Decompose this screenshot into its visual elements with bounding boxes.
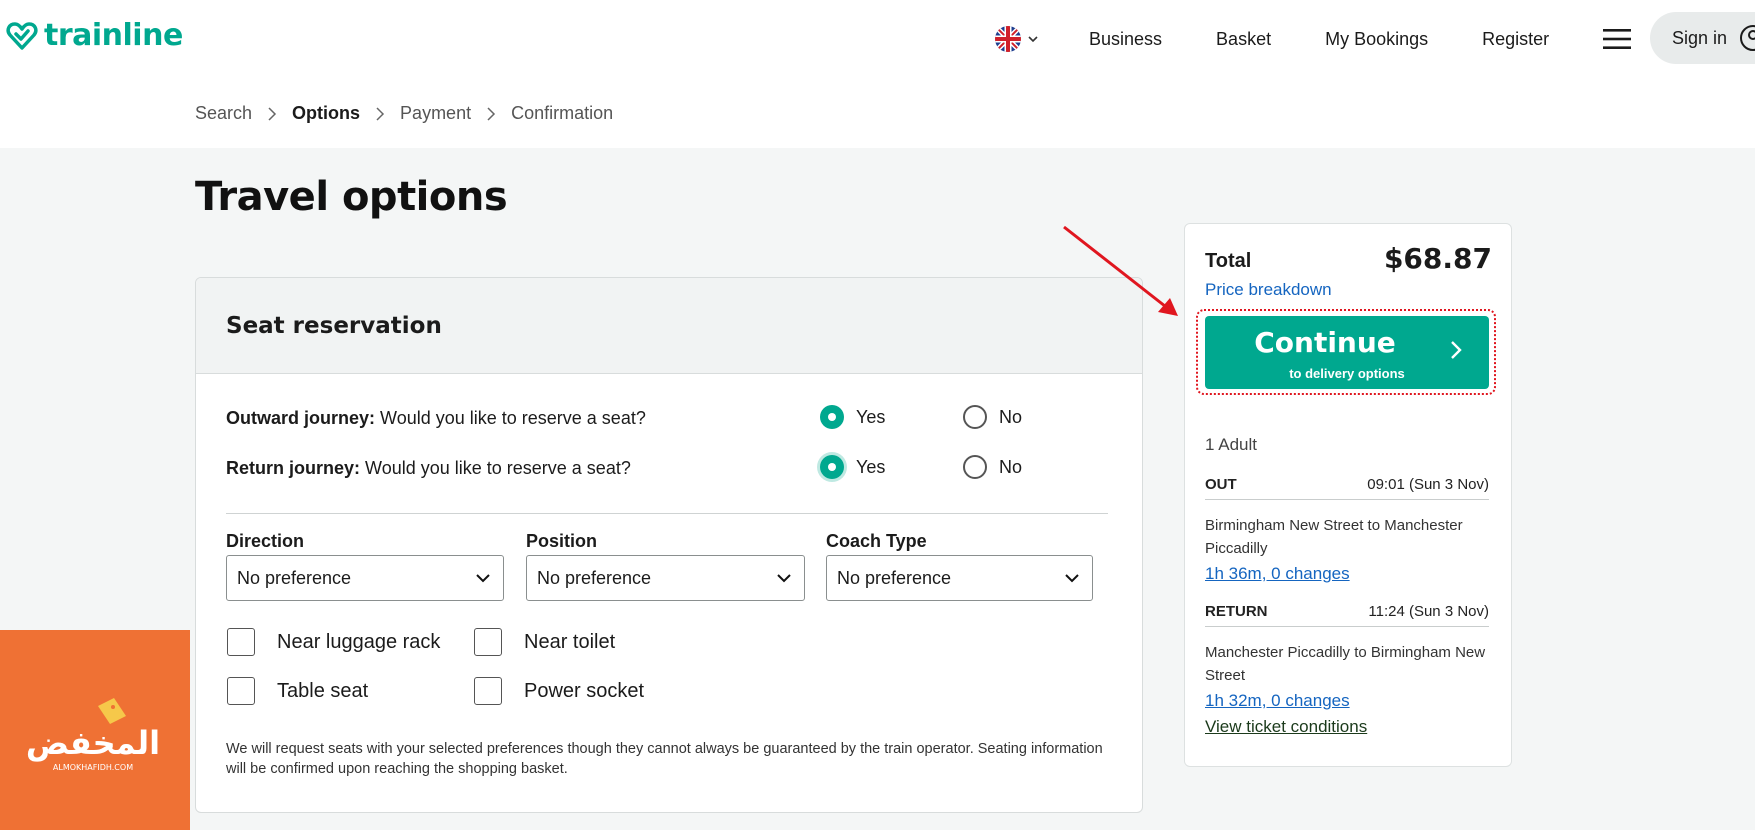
return-duration-link[interactable]: 1h 32m, 0 changes xyxy=(1205,691,1350,711)
out-time: 09:01 (Sun 3 Nov) xyxy=(1367,476,1489,493)
return-question-text: Would you like to reserve a seat? xyxy=(365,458,631,478)
language-selector[interactable] xyxy=(995,26,1039,52)
checkbox-box xyxy=(227,677,255,705)
checkbox-box xyxy=(474,677,502,705)
near-luggage-rack-checkbox[interactable]: Near luggage rack xyxy=(227,628,440,656)
nav-my-bookings[interactable]: My Bookings xyxy=(1325,29,1428,50)
price-breakdown-link[interactable]: Price breakdown xyxy=(1205,280,1332,300)
power-socket-checkbox[interactable]: Power socket xyxy=(474,677,644,705)
uk-flag-icon xyxy=(995,26,1021,52)
coach-type-value: No preference xyxy=(837,567,952,588)
radio-selected-icon xyxy=(820,455,844,479)
chevron-right-icon xyxy=(268,106,277,121)
near-toilet-checkbox[interactable]: Near toilet xyxy=(474,628,615,656)
return-yes-radio[interactable]: Yes xyxy=(820,455,885,479)
watermark-logo: المخفض ALMOKHAFIDH.COM xyxy=(0,630,190,830)
checkbox-label: Power socket xyxy=(524,679,645,702)
checkbox-box xyxy=(474,628,502,656)
nav-business[interactable]: Business xyxy=(1089,29,1162,50)
sign-in-label: Sign in xyxy=(1672,27,1728,48)
return-question: Return journey: Would you like to reserv… xyxy=(226,458,631,479)
chevron-down-icon xyxy=(1065,574,1079,583)
return-label: RETURN xyxy=(1205,603,1268,620)
radio-unselected-icon xyxy=(963,455,987,479)
return-route: Manchester Piccadilly to Birmingham New … xyxy=(1205,644,1486,684)
radio-label: Yes xyxy=(856,456,886,477)
outward-no-radio[interactable]: No xyxy=(963,405,1022,429)
total-label: Total xyxy=(1205,250,1252,272)
out-duration-link[interactable]: 1h 36m, 0 changes xyxy=(1205,564,1350,584)
chevron-down-icon xyxy=(777,574,791,583)
breadcrumb-confirmation: Confirmation xyxy=(511,103,614,123)
coach-type-select[interactable]: No preference xyxy=(826,555,1093,601)
radio-label: Yes xyxy=(856,406,886,427)
return-time: 11:24 (Sun 3 Nov) xyxy=(1368,603,1489,620)
position-label: Position xyxy=(526,531,597,551)
card-header: Seat reservation xyxy=(196,278,1142,374)
breadcrumb-options: Options xyxy=(292,103,361,123)
hamburger-menu-icon[interactable] xyxy=(1603,28,1632,50)
position-select[interactable]: No preference xyxy=(526,555,805,601)
coach-type-label: Coach Type xyxy=(826,531,927,551)
total-price: $68.87 xyxy=(1383,242,1492,275)
checkbox-label: Table seat xyxy=(277,679,369,702)
breadcrumb-search[interactable]: Search xyxy=(195,103,252,124)
watermark-text: المخفض xyxy=(26,724,160,762)
radio-label: No xyxy=(999,456,1023,477)
price-tag-logo-icon: المخفض ALMOKHAFIDH.COM xyxy=(26,698,160,772)
continue-button[interactable]: Continue to delivery options xyxy=(1205,316,1489,389)
chevron-right-icon xyxy=(487,106,496,121)
top-header: trainline Business Basket My Bookings Re… xyxy=(0,0,1755,148)
view-ticket-conditions-link[interactable]: View ticket conditions xyxy=(1205,717,1367,737)
outward-yes-radio[interactable]: Yes xyxy=(820,405,885,429)
watermark-subtext: ALMOKHAFIDH.COM xyxy=(53,763,133,772)
return-leg-header: RETURN 11:24 (Sun 3 Nov) xyxy=(1205,603,1489,627)
user-icon xyxy=(1740,25,1755,51)
seat-reservation-card: Seat reservation Outward journey: Would … xyxy=(195,277,1143,813)
booking-summary: Total $68.87 Price breakdown Continue to… xyxy=(1184,223,1512,767)
logo-text: trainline xyxy=(44,18,183,53)
outward-question: Outward journey: Would you like to reser… xyxy=(226,408,646,429)
checkbox-label: Near luggage rack xyxy=(277,630,441,653)
position-value: No preference xyxy=(537,567,652,588)
chevron-down-icon xyxy=(1028,36,1038,43)
out-label: OUT xyxy=(1205,476,1237,493)
radio-selected-icon xyxy=(820,405,844,429)
outward-label: Outward journey: xyxy=(226,408,376,428)
breadcrumb: Search Options Payment Confirmation xyxy=(195,103,613,124)
chevron-right-icon xyxy=(376,106,385,121)
outward-question-text: Would you like to reserve a seat? xyxy=(380,408,646,428)
table-seat-checkbox[interactable]: Table seat xyxy=(227,677,368,705)
direction-label: Direction xyxy=(226,531,305,551)
checkbox-label: Near toilet xyxy=(524,630,616,653)
radio-unselected-icon xyxy=(963,405,987,429)
direction-select[interactable]: No preference xyxy=(226,555,504,601)
nav-basket[interactable]: Basket xyxy=(1216,29,1271,50)
page-title: Travel options xyxy=(195,174,508,220)
return-no-radio[interactable]: No xyxy=(963,455,1022,479)
nav-register[interactable]: Register xyxy=(1482,29,1549,50)
return-label: Return journey: xyxy=(226,458,361,478)
divider xyxy=(226,513,1108,514)
continue-label: Continue xyxy=(1254,326,1396,359)
card-title: Seat reservation xyxy=(226,312,442,339)
continue-sublabel: to delivery options xyxy=(1289,366,1405,381)
direction-value: No preference xyxy=(237,567,352,588)
seat-preferences-note: We will request seats with your selected… xyxy=(226,741,1103,777)
main-nav: Business Basket My Bookings Register xyxy=(995,26,1669,52)
checkbox-box xyxy=(227,628,255,656)
sign-in-button[interactable]: Sign in xyxy=(1650,12,1755,64)
chevron-right-icon xyxy=(1451,341,1462,359)
passenger-count: 1 Adult xyxy=(1205,435,1257,454)
annotation-arrow-icon xyxy=(1063,225,1178,316)
out-leg-header: OUT 09:01 (Sun 3 Nov) xyxy=(1205,476,1489,500)
out-route: Birmingham New Street to Manchester Picc… xyxy=(1205,517,1463,557)
chevron-down-icon xyxy=(476,574,490,583)
heart-logo-icon xyxy=(6,21,38,50)
breadcrumb-payment: Payment xyxy=(400,103,472,123)
radio-label: No xyxy=(999,406,1023,427)
trainline-logo[interactable]: trainline xyxy=(6,18,183,53)
